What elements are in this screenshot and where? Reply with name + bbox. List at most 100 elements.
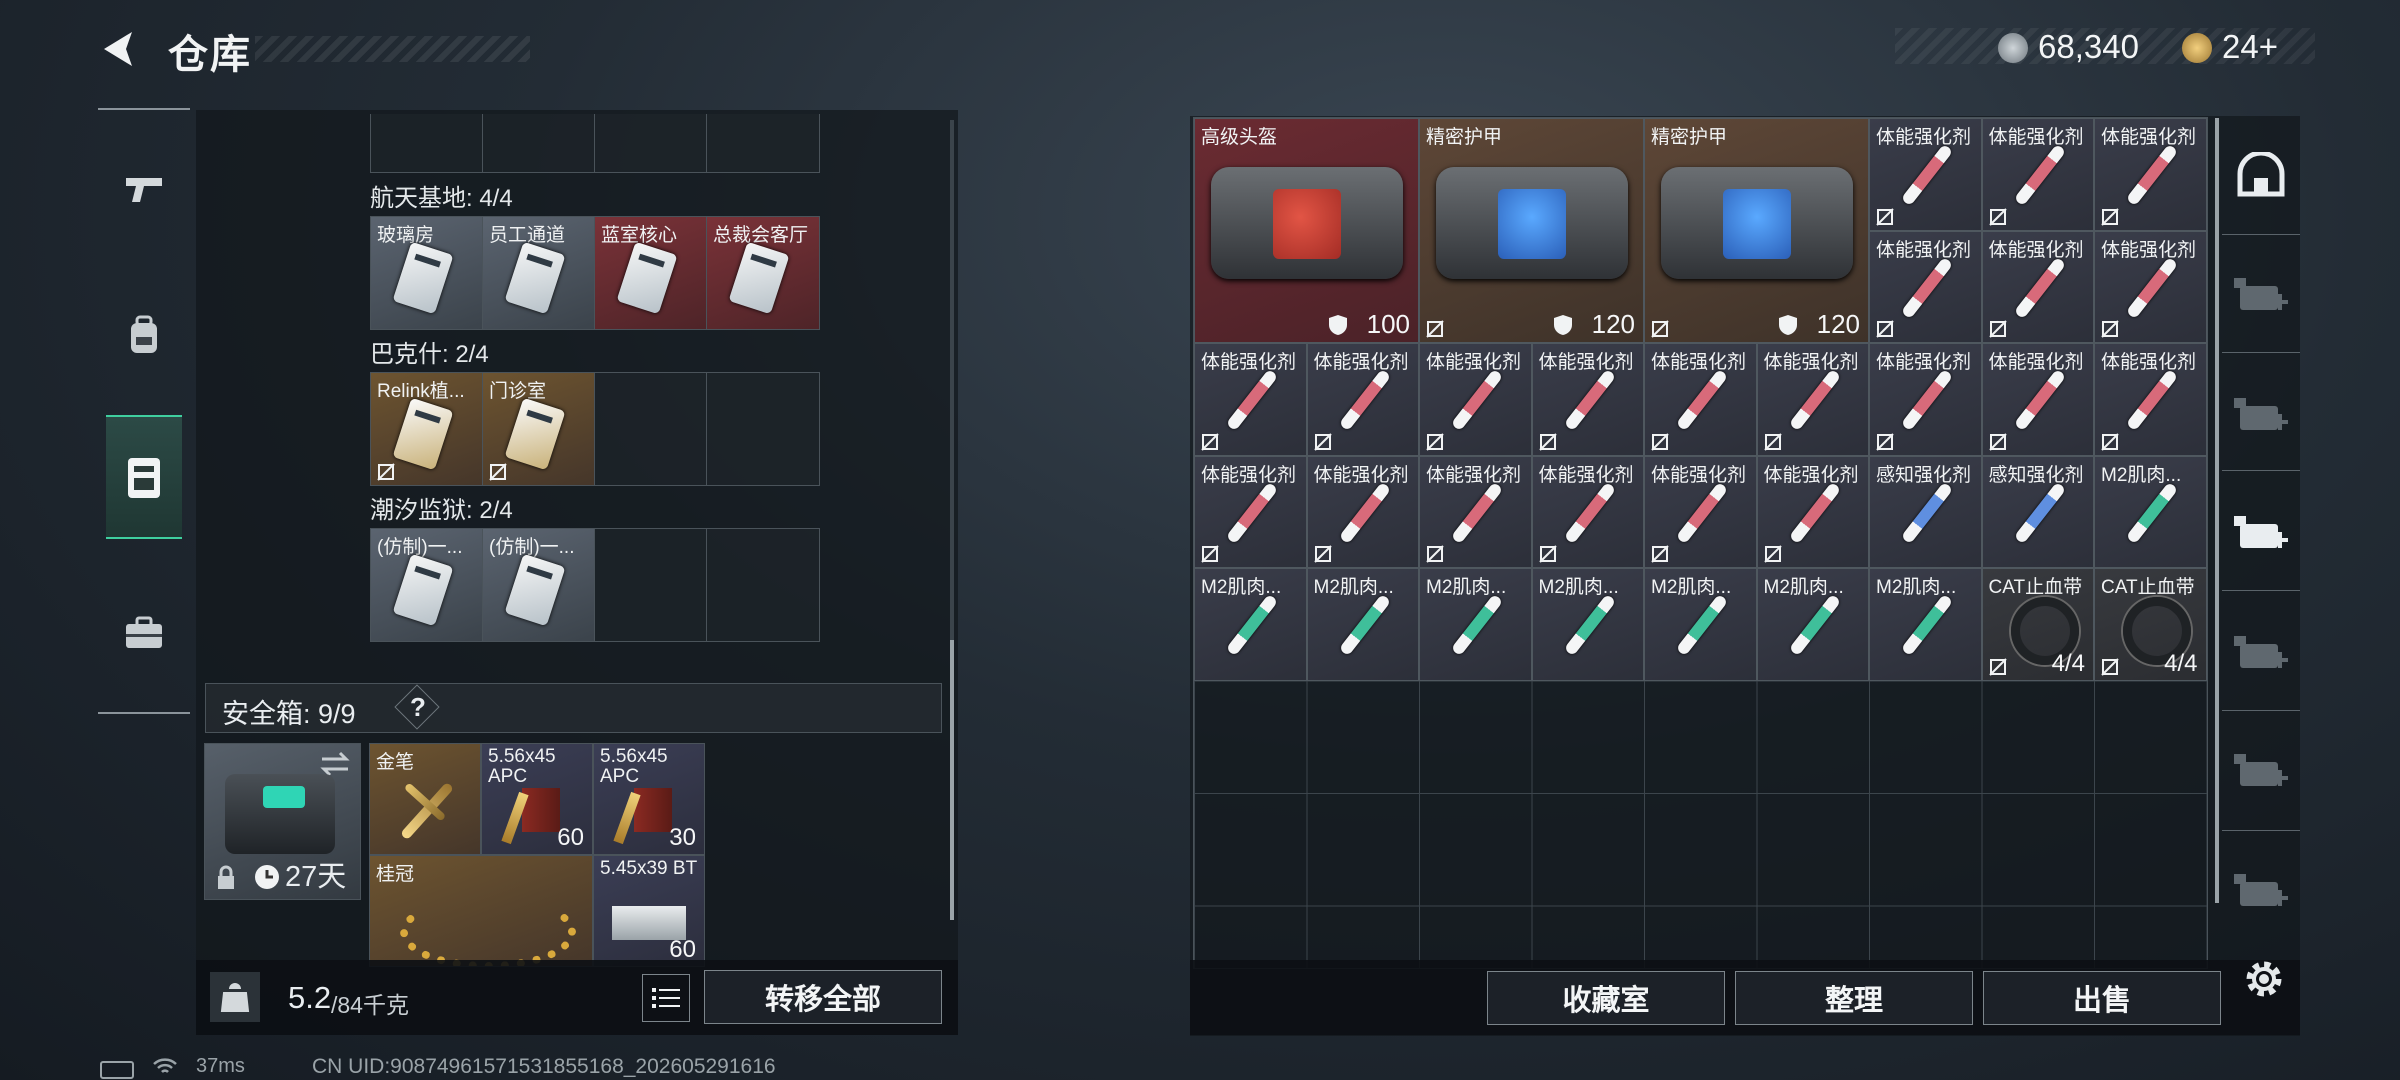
storage-item[interactable]: 体能强化剂: [1981, 118, 2094, 231]
storage-item[interactable]: M2肌肉...: [1756, 568, 1869, 681]
storage-item[interactable]: M2肌肉...: [1644, 568, 1757, 681]
tier-4-medic-add-icon[interactable]: [2232, 510, 2290, 556]
toolbox-icon: [126, 616, 162, 648]
help-icon[interactable]: ?: [410, 692, 426, 723]
safe-item-laurel[interactable]: 桂冠: [369, 855, 593, 967]
back-arrow-icon[interactable]: [96, 26, 142, 72]
storage-item[interactable]: 体能强化剂: [1644, 455, 1757, 568]
storage-item[interactable]: 体能强化剂: [1419, 343, 1532, 456]
storage-item[interactable]: 体能强化剂: [1869, 118, 1982, 231]
item-name: 体能强化剂: [1988, 127, 2084, 148]
key-card-slot[interactable]: 总裁会客厅: [707, 217, 819, 329]
wifi-icon: [153, 1058, 177, 1073]
tier-4-wrench-icon[interactable]: [2232, 868, 2290, 914]
tier-4-medic-add-icon[interactable]: [2232, 392, 2290, 438]
empty-slot[interactable]: [707, 529, 819, 641]
item-name: 感知强化剂: [1876, 464, 1972, 486]
shelter-icon[interactable]: [2232, 152, 2290, 198]
storage-item[interactable]: 体能强化剂: [1419, 455, 1532, 568]
key-card-icon: [392, 397, 454, 471]
title-stripe: [255, 36, 530, 62]
nav-toolbox[interactable]: [106, 572, 182, 692]
organize-button[interactable]: 整理: [1735, 971, 1973, 1025]
storage-item[interactable]: 感知强化剂: [1869, 455, 1982, 568]
key-card-slot[interactable]: 玻璃房: [371, 217, 483, 329]
list-view-button[interactable]: [642, 974, 690, 1022]
injector-icon: [1675, 368, 1729, 432]
storage-item[interactable]: M2肌肉...: [1869, 568, 1982, 681]
key-card-slot[interactable]: (仿制)一...: [483, 529, 595, 641]
storage-item[interactable]: 体能强化剂: [1756, 343, 1869, 456]
safe-item-ammo-556-b[interactable]: 5.56x45 APC 30: [593, 743, 705, 855]
untradeable-icon: [1763, 545, 1782, 563]
storage-item[interactable]: 感知强化剂: [1981, 455, 2094, 568]
storage-item[interactable]: 体能强化剂: [2094, 230, 2207, 343]
safe-box-header: 安全箱: 9/9 ? ?: [205, 683, 942, 733]
storage-item[interactable]: 体能强化剂: [1981, 343, 2094, 456]
item-name: 体能强化剂: [1426, 352, 1522, 373]
storage-item[interactable]: 体能强化剂: [1756, 455, 1869, 568]
storage-item[interactable]: M2肌肉...: [2094, 455, 2207, 568]
storage-item[interactable]: 体能强化剂: [1306, 455, 1419, 568]
durability-value: 100: [1366, 309, 1410, 339]
armor-case-icon: [1661, 167, 1853, 279]
empty-slot[interactable]: [595, 529, 707, 641]
storage-item[interactable]: M2肌肉...: [1531, 568, 1644, 681]
storage-item[interactable]: 体能强化剂: [1194, 455, 1307, 568]
safe-item-ammo-545[interactable]: 5.45x39 BT 60: [593, 855, 705, 967]
untradeable-icon: [1876, 432, 1894, 451]
storage-item[interactable]: CAT止血带 4/4: [1981, 568, 2094, 681]
storage-item[interactable]: 体能强化剂: [1531, 455, 1644, 568]
storage-item[interactable]: 体能强化剂: [2094, 118, 2207, 231]
storage-item[interactable]: 体能强化剂: [1194, 343, 1307, 456]
injector-icon: [1563, 481, 1616, 544]
storage-item[interactable]: 高级头盔 100: [1194, 118, 1419, 343]
left-scroll-thumb[interactable]: [950, 640, 954, 920]
storage-item[interactable]: 体能强化剂: [1869, 343, 1982, 456]
storage-item[interactable]: 体能强化剂: [1306, 343, 1419, 456]
tier-3-wrench-icon[interactable]: [2232, 630, 2290, 676]
key-card-slot[interactable]: 员工通道: [483, 217, 595, 329]
injector-icon: [2013, 256, 2066, 319]
key-card-slot[interactable]: Relink植...: [371, 373, 483, 485]
right-scroll-thumb[interactable]: [2215, 118, 2219, 903]
storage-item[interactable]: 体能强化剂: [1869, 230, 1982, 343]
injector-icon: [1788, 368, 1841, 432]
safe-item-gold-pen[interactable]: 金笔: [369, 743, 481, 855]
untradeable-icon: [1426, 545, 1444, 563]
empty-slot[interactable]: [707, 373, 819, 485]
injector-icon: [1900, 143, 1954, 207]
transfer-all-button[interactable]: 转移全部: [704, 970, 942, 1024]
tier-3-rack-icon[interactable]: [2232, 272, 2290, 318]
nav-weapons[interactable]: [106, 128, 182, 248]
storage-item[interactable]: M2肌肉...: [1306, 568, 1419, 681]
storage-item[interactable]: 体能强化剂: [1644, 343, 1757, 456]
key-card-slot[interactable]: 门诊室: [483, 373, 595, 485]
storage-item[interactable]: 体能强化剂: [2094, 343, 2207, 456]
nav-case[interactable]: [106, 415, 182, 539]
storage-item[interactable]: CAT止血带 4/4: [2094, 568, 2207, 681]
item-name: 体能强化剂: [1988, 352, 2084, 373]
collection-room-button[interactable]: 收藏室: [1487, 971, 1725, 1025]
safe-item-ammo-556-a[interactable]: 5.56x45 APC 60: [481, 743, 593, 855]
storage-item[interactable]: M2肌肉...: [1419, 568, 1532, 681]
storage-item[interactable]: 精密护甲 120: [1419, 118, 1644, 343]
silver-coin-amount: 68,340: [2038, 28, 2139, 65]
settings-gear-icon[interactable]: [2240, 955, 2288, 1003]
tier-4-wrench-icon[interactable]: [2232, 748, 2290, 794]
empty-slot[interactable]: [595, 373, 707, 485]
key-card-slot[interactable]: 蓝室核心: [595, 217, 707, 329]
storage-item[interactable]: 体能强化剂: [1531, 343, 1644, 456]
shield-icon: [1329, 315, 1347, 335]
helmet-case-icon: [1211, 167, 1403, 279]
untradeable-icon: [2101, 207, 2119, 226]
sell-button[interactable]: 出售: [1983, 971, 2221, 1025]
nav-backpack[interactable]: [106, 275, 182, 395]
safe-box-container[interactable]: 27天: [204, 743, 361, 900]
key-card-slot[interactable]: (仿制)一...: [371, 529, 483, 641]
key-card-icon: [504, 553, 566, 627]
injector-icon: [1675, 481, 1729, 544]
storage-item[interactable]: M2肌肉...: [1194, 568, 1307, 681]
storage-item[interactable]: 体能强化剂: [1981, 230, 2094, 343]
storage-item[interactable]: 精密护甲 120: [1644, 118, 1869, 343]
